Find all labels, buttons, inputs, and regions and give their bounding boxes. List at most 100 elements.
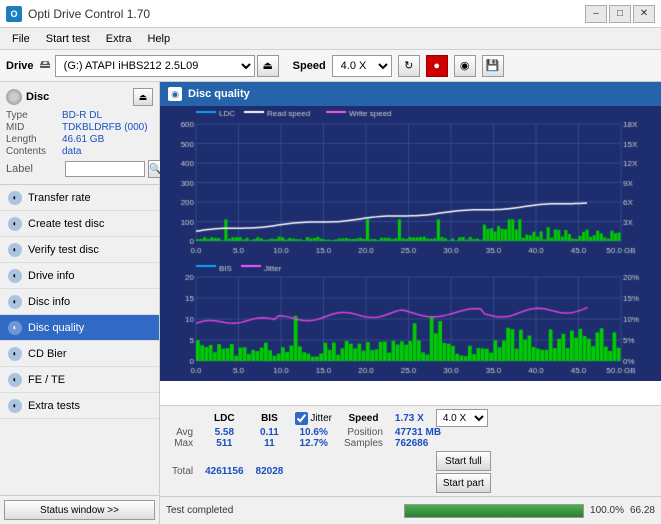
avg-bis: 0.11 <box>250 427 290 438</box>
length-value: 46.61 GB <box>62 134 104 145</box>
eject-button[interactable]: ⏏ <box>257 55 279 77</box>
save-button[interactable]: 💾 <box>482 55 504 77</box>
create-test-disc-icon: ◐ <box>8 217 22 231</box>
mid-value: TDKBLDRFB (000) <box>62 122 148 133</box>
menu-extra[interactable]: Extra <box>98 31 140 47</box>
menu-file[interactable]: File <box>4 31 38 47</box>
nav-verify-test-disc[interactable]: ◐ Verify test disc <box>0 237 159 263</box>
nav-drive-info[interactable]: ◐ Drive info <box>0 263 159 289</box>
nav-verify-test-disc-label: Verify test disc <box>28 244 99 256</box>
menu-starttest[interactable]: Start test <box>38 31 98 47</box>
bottom-chart <box>160 261 661 381</box>
label-label: Label <box>6 163 62 175</box>
chart-header: ◉ Disc quality <box>160 82 661 106</box>
contents-label: Contents <box>6 146 62 157</box>
statusbar: Test completed 100.0% 66.28 <box>160 496 661 524</box>
speed-select[interactable]: 4.0 X <box>332 55 392 77</box>
stats-area: LDC BIS Jitter Speed 1.73 X 4.0 <box>160 405 661 496</box>
disc-eject-button[interactable]: ⏏ <box>133 88 153 106</box>
samples-val: 762686 <box>389 438 497 449</box>
max-jitter: 12.7% <box>289 438 338 449</box>
position-val: 47731 MB <box>389 427 497 438</box>
total-label: Total <box>166 449 199 493</box>
type-label: Type <box>6 110 62 121</box>
toolbar: Drive 🖴 (G:) ATAPI iHBS212 2.5L09 ⏏ Spee… <box>0 50 661 82</box>
main-area: Disc ⏏ Type BD-R DL MID TDKBLDRFB (000) … <box>0 82 661 524</box>
col-speed-val: 1.73 X <box>389 409 430 427</box>
nav-cd-bier-label: CD Bier <box>28 348 67 360</box>
charts-wrapper <box>160 106 661 405</box>
disc-button2[interactable]: ◉ <box>454 55 476 77</box>
status-text: Test completed <box>166 505 398 516</box>
cd-bier-icon: ◐ <box>8 347 22 361</box>
drive-label: Drive <box>6 60 34 72</box>
nav-extra-tests[interactable]: ◐ Extra tests <box>0 393 159 419</box>
total-bis: 82028 <box>250 449 290 493</box>
minimize-button[interactable]: – <box>585 5 607 23</box>
window-controls: – □ ✕ <box>585 5 655 23</box>
sidebar: Disc ⏏ Type BD-R DL MID TDKBLDRFB (000) … <box>0 82 160 524</box>
nav-transfer-rate[interactable]: ◐ Transfer rate <box>0 185 159 211</box>
nav-cd-bier[interactable]: ◐ CD Bier <box>0 341 159 367</box>
menubar: File Start test Extra Help <box>0 28 661 50</box>
stats-table: LDC BIS Jitter Speed 1.73 X 4.0 <box>166 409 497 493</box>
progress-percent: 100.0% <box>590 505 624 516</box>
col-speed-label: Speed <box>338 409 389 427</box>
samples-label: Samples <box>338 438 389 449</box>
jitter-label: Jitter <box>295 412 332 425</box>
speed-label: Speed <box>293 60 326 72</box>
nav-disc-info[interactable]: ◐ Disc info <box>0 289 159 315</box>
disc-title: Disc <box>26 91 49 103</box>
start-part-button[interactable]: Start part <box>436 473 491 493</box>
app-icon: O <box>6 6 22 22</box>
transfer-rate-icon: ◐ <box>8 191 22 205</box>
status-window-button[interactable]: Status window >> <box>4 500 155 520</box>
length-label: Length <box>6 134 62 145</box>
drive-select[interactable]: (G:) ATAPI iHBS212 2.5L09 <box>55 55 255 77</box>
disc-info-icon: ◐ <box>8 295 22 309</box>
avg-label: Avg <box>166 427 199 438</box>
nav-fe-te[interactable]: ◐ FE / TE <box>0 367 159 393</box>
close-button[interactable]: ✕ <box>633 5 655 23</box>
extra-tests-icon: ◐ <box>8 399 22 413</box>
position-label: Position <box>338 427 389 438</box>
max-ldc: 511 <box>199 438 249 449</box>
nav-extra-tests-label: Extra tests <box>28 400 80 412</box>
jitter-checkbox[interactable] <box>295 412 308 425</box>
verify-test-disc-icon: ◐ <box>8 243 22 257</box>
nav-fe-te-label: FE / TE <box>28 374 65 386</box>
content-area: ◉ Disc quality LDC BIS <box>160 82 661 524</box>
disc-quality-icon: ◐ <box>8 321 22 335</box>
total-ldc: 4261156 <box>199 449 249 493</box>
app-title: Opti Drive Control 1.70 <box>28 7 150 21</box>
nav-disc-quality-label: Disc quality <box>28 322 84 334</box>
drive-info-icon: ◐ <box>8 269 22 283</box>
nav-disc-info-label: Disc info <box>28 296 70 308</box>
nav-disc-quality[interactable]: ◐ Disc quality <box>0 315 159 341</box>
disc-panel: Disc ⏏ Type BD-R DL MID TDKBLDRFB (000) … <box>0 82 159 185</box>
titlebar: O Opti Drive Control 1.70 – □ ✕ <box>0 0 661 28</box>
nav-transfer-rate-label: Transfer rate <box>28 192 91 204</box>
status-right: 66.28 <box>630 505 655 516</box>
nav-create-test-disc[interactable]: ◐ Create test disc <box>0 211 159 237</box>
refresh-button[interactable]: ↻ <box>398 55 420 77</box>
disc-button1[interactable]: ● <box>426 55 448 77</box>
col-bis-header: BIS <box>250 409 290 427</box>
label-input[interactable] <box>65 161 145 177</box>
maximize-button[interactable]: □ <box>609 5 631 23</box>
mid-label: MID <box>6 122 62 133</box>
stats-speed-select[interactable]: 4.0 X <box>436 409 488 427</box>
col-ldc-header: LDC <box>199 409 249 427</box>
menu-help[interactable]: Help <box>139 31 178 47</box>
top-chart <box>160 106 661 261</box>
disc-icon <box>6 89 22 105</box>
chart-icon: ◉ <box>168 87 182 101</box>
max-label: Max <box>166 438 199 449</box>
start-full-button[interactable]: Start full <box>436 451 491 471</box>
nav-create-test-disc-label: Create test disc <box>28 218 104 230</box>
avg-jitter: 10.6% <box>289 427 338 438</box>
progress-fill <box>405 505 583 517</box>
nav-drive-info-label: Drive info <box>28 270 74 282</box>
nav-items: ◐ Transfer rate ◐ Create test disc ◐ Ver… <box>0 185 159 495</box>
max-bis: 11 <box>250 438 290 449</box>
